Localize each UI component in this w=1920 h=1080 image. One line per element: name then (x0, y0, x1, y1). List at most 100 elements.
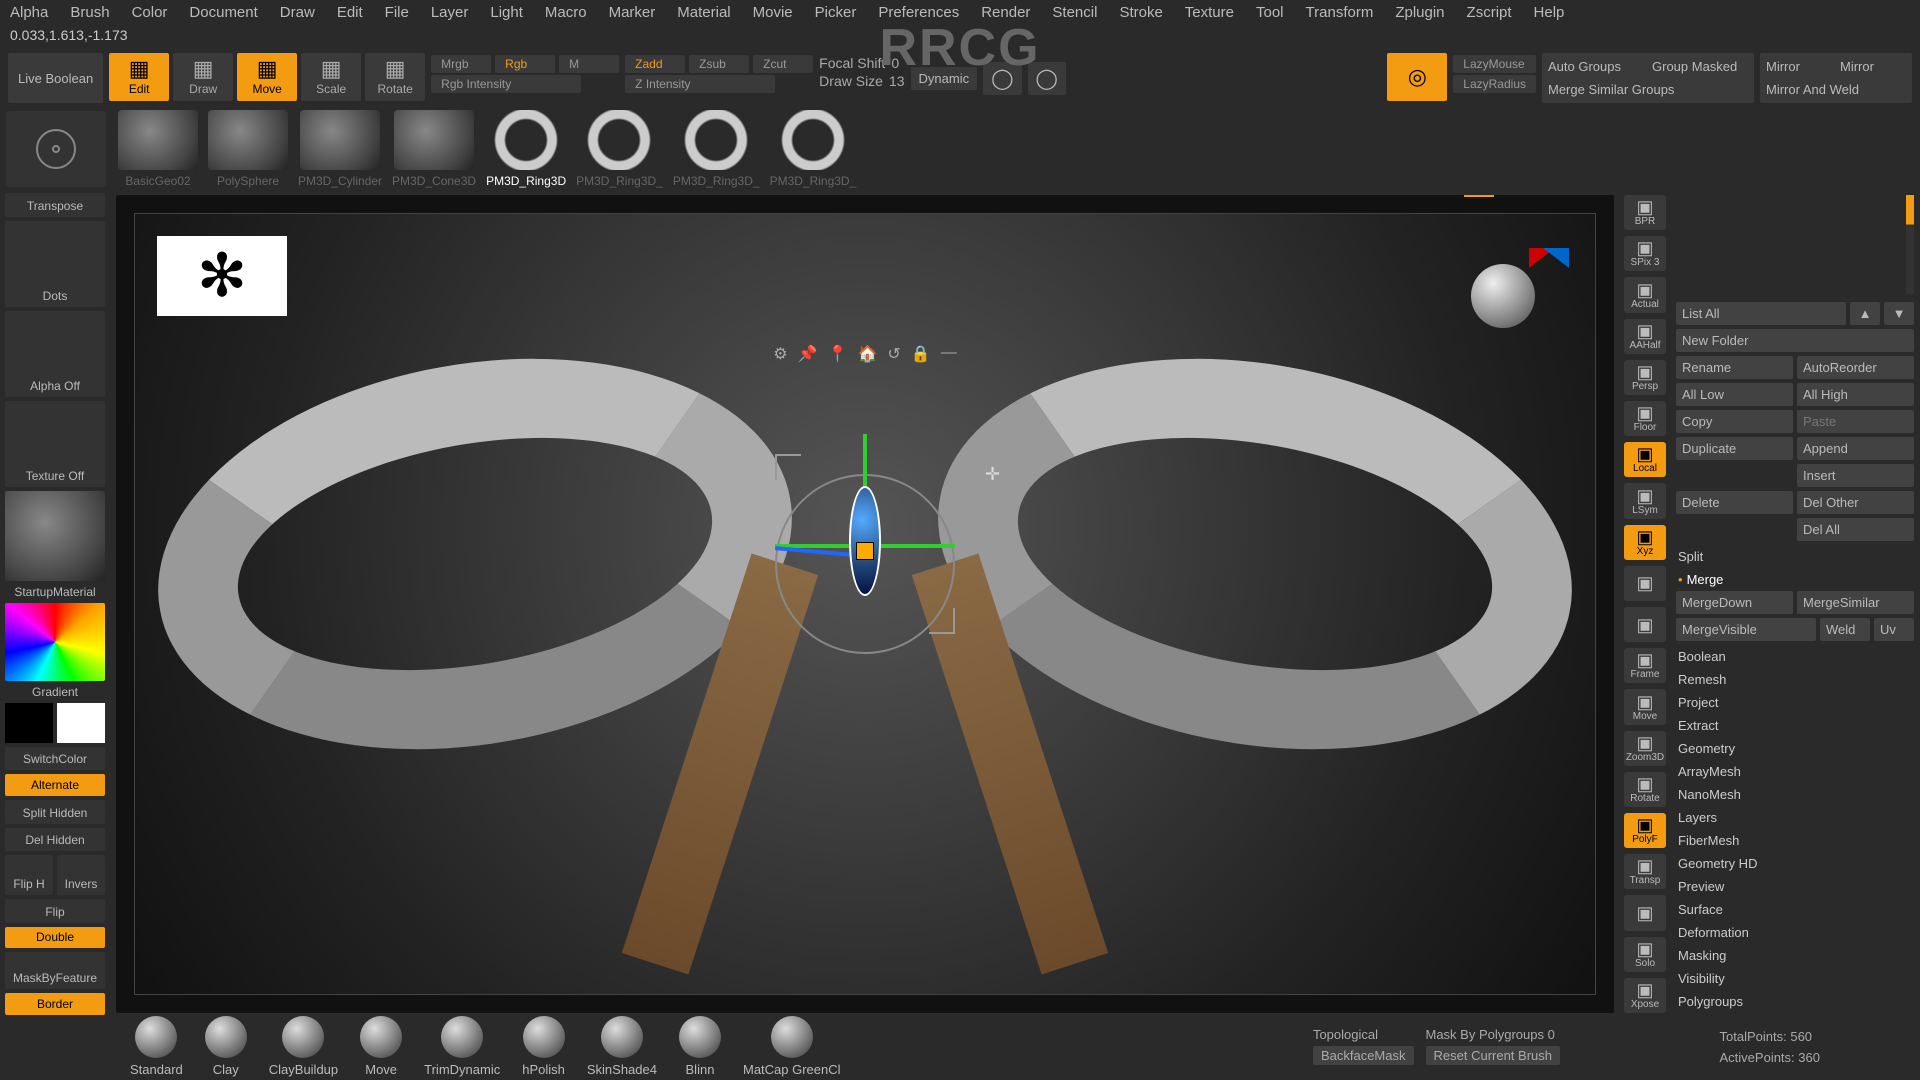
flip-button[interactable]: Flip (5, 899, 105, 923)
section-polygroups[interactable]: Polygroups (1676, 990, 1914, 1013)
canvas-tool-Solo[interactable]: ▣Solo (1624, 937, 1666, 972)
rgb-toggle[interactable]: Rgb (495, 55, 555, 73)
reference-image[interactable]: ✻ (157, 236, 287, 316)
menu-movie[interactable]: Movie (753, 4, 793, 21)
gizmo-bar-icon-5[interactable]: 🔒 (911, 344, 931, 364)
section-fibermesh[interactable]: FiberMesh (1676, 829, 1914, 852)
copy-button[interactable]: Copy (1676, 410, 1793, 433)
split-hidden-button[interactable]: Split Hidden (5, 800, 105, 824)
new-folder-button[interactable]: New Folder (1676, 329, 1914, 352)
d-stroke-icon[interactable]: ◯ (1028, 62, 1066, 95)
gizmo-bar-icon-4[interactable]: ↺ (887, 344, 900, 364)
canvas-tool-Actual[interactable]: ▣Actual (1624, 277, 1666, 312)
menu-draw[interactable]: Draw (280, 4, 315, 21)
zsub-toggle[interactable]: Zsub (689, 55, 749, 73)
all-high-button[interactable]: All High (1797, 383, 1914, 406)
gizmo-bar-icon-3[interactable]: 🏠 (857, 344, 877, 364)
lazyradius-label[interactable]: LazyRadius (1453, 75, 1536, 93)
del-all-button[interactable]: Del All (1797, 518, 1914, 541)
subtool-2[interactable]: PM3D_Cylinder (298, 110, 382, 188)
menu-marker[interactable]: Marker (609, 4, 656, 21)
move-down-button[interactable]: ▼ (1884, 302, 1914, 325)
border-button[interactable]: Border (5, 993, 105, 1015)
menu-texture[interactable]: Texture (1185, 4, 1234, 21)
menu-transform[interactable]: Transform (1306, 4, 1374, 21)
material-slot[interactable] (5, 491, 105, 581)
live-boolean-button[interactable]: Live Boolean (8, 53, 103, 103)
project-section[interactable]: Project (1676, 691, 1914, 714)
menu-stroke[interactable]: Stroke (1119, 4, 1162, 21)
insert-button[interactable]: Insert (1797, 464, 1914, 487)
brush-hpolish[interactable]: hPolish (522, 1016, 565, 1077)
main-menu[interactable]: AlphaBrushColorDocumentDrawEditFileLayer… (0, 0, 1920, 25)
boolean-section[interactable]: Boolean (1676, 645, 1914, 668)
mirror-a-button[interactable]: Mirror (1764, 57, 1834, 76)
menu-tool[interactable]: Tool (1256, 4, 1284, 21)
mask-by-feature-button[interactable]: MaskByFeature (5, 952, 105, 989)
canvas-tool-Xyz[interactable]: ▣Xyz (1624, 525, 1666, 560)
subtool-6[interactable]: PM3D_Ring3D_ (673, 110, 760, 188)
transpose-button[interactable]: Transpose (5, 193, 105, 217)
double-button[interactable]: Double (5, 927, 105, 949)
append-button[interactable]: Append (1797, 437, 1914, 460)
lazymouse-icon[interactable]: ◎ (1387, 53, 1447, 101)
menu-color[interactable]: Color (132, 4, 168, 21)
menu-help[interactable]: Help (1534, 4, 1565, 21)
menu-preferences[interactable]: Preferences (878, 4, 959, 21)
canvas-tool-Rotate[interactable]: ▣Rotate (1624, 772, 1666, 807)
mirror-b-button[interactable]: Mirror (1838, 57, 1908, 76)
section-arraymesh[interactable]: ArrayMesh (1676, 760, 1914, 783)
merge-section[interactable]: •Merge (1676, 568, 1914, 591)
brush-trimdynamic[interactable]: TrimDynamic (424, 1016, 500, 1077)
swatch-black[interactable] (5, 703, 53, 743)
invers-button[interactable]: Invers (57, 855, 105, 895)
zadd-toggle[interactable]: Zadd (625, 55, 685, 73)
switchcolor-button[interactable]: SwitchColor (5, 747, 105, 771)
mirror-weld-button[interactable]: Mirror And Weld (1764, 80, 1908, 99)
canvas-tool-Transp[interactable]: ▣Transp (1624, 854, 1666, 889)
section-layers[interactable]: Layers (1676, 806, 1914, 829)
gradient-label[interactable]: Gradient (32, 685, 78, 699)
selected-ring[interactable] (849, 486, 881, 596)
remesh-section[interactable]: Remesh (1676, 668, 1914, 691)
gizmo-bar-icon-1[interactable]: 📌 (798, 344, 818, 364)
subtool-scroll-indicator[interactable] (1906, 195, 1914, 294)
menu-zscript[interactable]: Zscript (1467, 4, 1512, 21)
edit-mode-button[interactable]: ▦Edit (109, 53, 169, 101)
move-up-button[interactable]: ▲ (1850, 302, 1880, 325)
canvas-tool-10[interactable]: ▣ (1624, 607, 1666, 642)
reset-brush-button[interactable]: Reset Current Brush (1426, 1046, 1561, 1065)
canvas-tool-Local[interactable]: ▣Local (1624, 442, 1666, 477)
menu-zplugin[interactable]: Zplugin (1395, 4, 1444, 21)
rotate-mode-button[interactable]: ▦Rotate (365, 53, 425, 101)
paste-button[interactable]: Paste (1797, 410, 1914, 433)
subtool-4[interactable]: PM3D_Ring3D (486, 110, 566, 188)
backface-mask-button[interactable]: BackfaceMask (1313, 1046, 1414, 1065)
section-nanomesh[interactable]: NanoMesh (1676, 783, 1914, 806)
mrgb-toggle[interactable]: Mrgb (431, 55, 491, 73)
section-masking[interactable]: Masking (1676, 944, 1914, 967)
move-mode-button[interactable]: ▦Move (237, 53, 297, 101)
texture-slot[interactable]: Texture Off (5, 401, 105, 487)
canvas-tool-PolyF[interactable]: ▣PolyF (1624, 813, 1666, 848)
alpha-slot[interactable]: Alpha Off (5, 311, 105, 397)
rename-button[interactable]: Rename (1676, 356, 1793, 379)
canvas-tool-LSym[interactable]: ▣LSym (1624, 483, 1666, 518)
menu-brush[interactable]: Brush (70, 4, 109, 21)
weld-toggle[interactable]: Weld (1820, 618, 1870, 641)
duplicate-button[interactable]: Duplicate (1676, 437, 1793, 460)
canvas-tool-Zoom3D[interactable]: ▣Zoom3D (1624, 731, 1666, 766)
merge-similar-button[interactable]: Merge Similar Groups (1546, 80, 1750, 99)
canvas-tool-Move[interactable]: ▣Move (1624, 689, 1666, 724)
menu-edit[interactable]: Edit (337, 4, 363, 21)
section-surface[interactable]: Surface (1676, 898, 1914, 921)
autoreorder-button[interactable]: AutoReorder (1797, 356, 1914, 379)
subtool-1[interactable]: PolySphere (208, 110, 288, 188)
zcut-toggle[interactable]: Zcut (753, 55, 813, 73)
menu-light[interactable]: Light (490, 4, 523, 21)
canvas-tool-Floor[interactable]: ▣Floor (1624, 401, 1666, 436)
merge-down-button[interactable]: MergeDown (1676, 591, 1793, 614)
menu-picker[interactable]: Picker (815, 4, 857, 21)
subtool-3[interactable]: PM3D_Cone3D (392, 110, 476, 188)
menu-stencil[interactable]: Stencil (1052, 4, 1097, 21)
